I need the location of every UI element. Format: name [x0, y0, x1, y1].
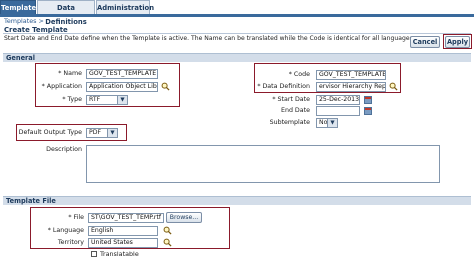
type-select-value: RTF	[89, 96, 101, 103]
end-date-field[interactable]	[316, 106, 360, 116]
start-date-field[interactable]: 25-Dec-2013	[316, 95, 360, 105]
file-field[interactable]: ST\GOV_TEST_TEMP.rtf	[88, 213, 164, 223]
territory-label: Territory	[57, 239, 84, 246]
tab-bar-underline	[0, 14, 474, 17]
translatable-label: Translatable	[100, 250, 139, 258]
data-definition-field[interactable]: ervisor Hierarchy Report	[316, 82, 386, 92]
section-template-file: Template File	[3, 196, 471, 205]
dropdown-arrow-icon[interactable]: ▼	[327, 119, 337, 127]
language-field[interactable]: English	[88, 226, 158, 236]
breadcrumb[interactable]: Templates >	[4, 17, 44, 25]
end-date-label: End Date	[280, 107, 310, 114]
browse-button[interactable]: Browse...	[166, 212, 202, 223]
section-general: General	[3, 53, 471, 62]
name-label: * Name	[58, 70, 82, 77]
file-label: * File	[68, 214, 84, 221]
name-field[interactable]: GOV_TEST_TEMPLATE	[86, 69, 158, 79]
instructions-text: Start Date and End Date define when the …	[4, 35, 415, 42]
territory-field[interactable]: United States	[88, 238, 158, 248]
default-output-type-label: Default Output Type	[18, 129, 82, 136]
apply-button[interactable]: Apply	[445, 36, 470, 48]
dropdown-arrow-icon[interactable]: ▼	[117, 96, 127, 104]
code-field[interactable]: GOV_TEST_TEMPLATE	[316, 70, 386, 80]
type-select[interactable]: RTF ▼	[86, 95, 128, 105]
code-label: * Code	[288, 71, 310, 78]
description-field[interactable]	[86, 145, 440, 183]
subtemplate-select[interactable]: No ▼	[316, 118, 338, 128]
subtemplate-label: Subtemplate	[269, 119, 310, 126]
search-icon[interactable]	[389, 82, 398, 91]
tab-data-definitions[interactable]: Data Definitions	[37, 0, 95, 26]
calendar-icon[interactable]	[364, 107, 372, 115]
application-field[interactable]: Application Object Librar	[86, 82, 158, 92]
tab-templates[interactable]: Templates	[0, 0, 40, 14]
data-definition-label: * Data Definition	[257, 83, 310, 90]
dropdown-arrow-icon[interactable]: ▼	[107, 129, 117, 137]
title-divider	[3, 33, 471, 34]
translatable-checkbox[interactable]	[91, 251, 97, 257]
search-icon[interactable]	[161, 82, 170, 91]
search-icon[interactable]	[163, 226, 172, 235]
language-label: * Language	[47, 227, 84, 234]
search-icon[interactable]	[163, 238, 172, 247]
default-output-type-value: PDF	[89, 129, 102, 136]
cancel-button[interactable]: Cancel	[410, 36, 440, 48]
calendar-icon[interactable]	[364, 96, 372, 104]
tab-administration[interactable]: Administration	[96, 0, 154, 14]
application-label: * Application	[41, 83, 82, 90]
description-label: Description	[46, 146, 82, 153]
default-output-type-select[interactable]: PDF ▼	[86, 128, 118, 138]
type-label: * Type	[62, 96, 82, 103]
start-date-label: * Start Date	[272, 96, 310, 103]
